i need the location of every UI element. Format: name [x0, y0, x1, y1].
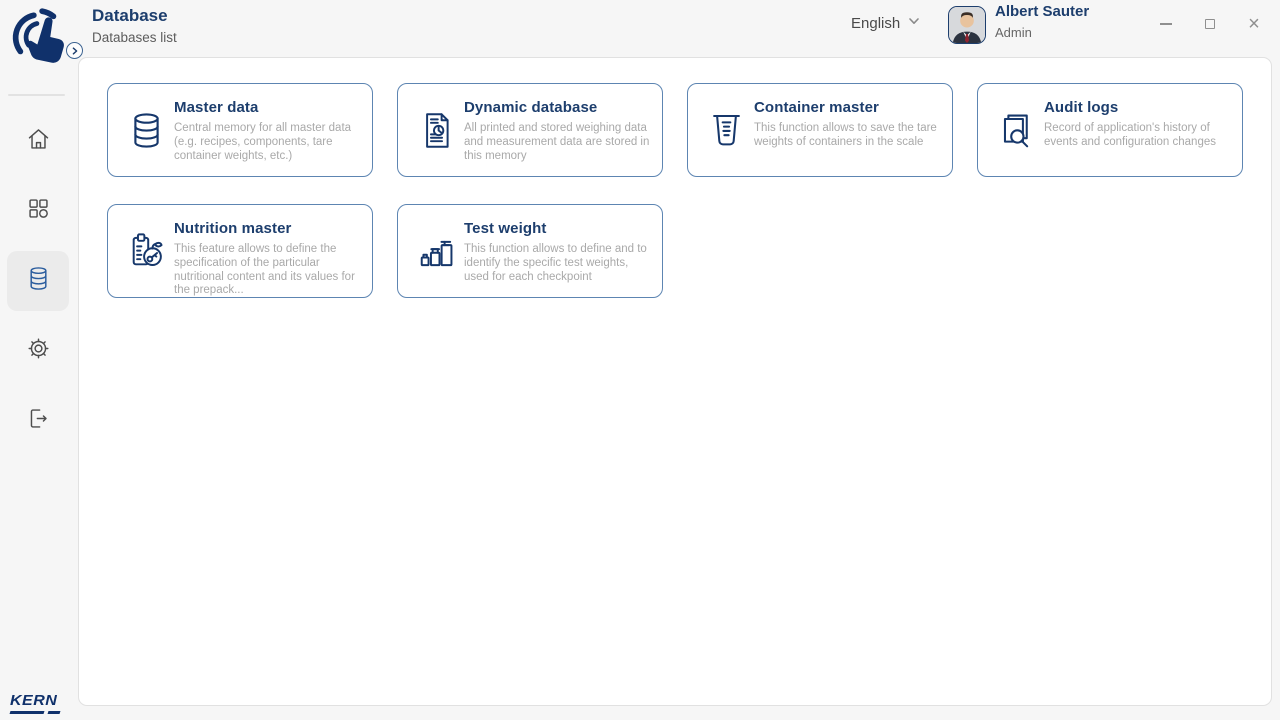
page-header: Database Databases list: [92, 6, 177, 45]
card-title: Test weight: [464, 220, 650, 237]
maximize-button[interactable]: [1200, 10, 1220, 38]
minimize-button[interactable]: [1156, 10, 1176, 38]
card-title: Audit logs: [1044, 99, 1230, 116]
card-container-master[interactable]: Container master This function allows to…: [687, 83, 953, 177]
kern-logo-text: KERN: [10, 692, 66, 709]
sidebar-item-logout[interactable]: [7, 391, 69, 451]
sidebar-item-home[interactable]: [7, 112, 69, 172]
card-nutrition-master[interactable]: Nutrition master This feature allows to …: [107, 204, 373, 298]
home-icon: [25, 126, 52, 158]
card-master-data[interactable]: Master data Central memory for all maste…: [107, 83, 373, 177]
card-description: Record of application's history of event…: [1044, 122, 1230, 150]
card-dynamic-database[interactable]: Dynamic database All printed and stored …: [397, 83, 663, 177]
card-title: Nutrition master: [174, 220, 360, 237]
close-icon: ×: [1248, 14, 1260, 34]
language-selected-label: English: [851, 15, 900, 32]
sidebar-item-apps[interactable]: [7, 181, 69, 241]
avatar[interactable]: [948, 6, 986, 44]
user-photo: [949, 7, 985, 43]
test-weights-icon: [414, 205, 458, 297]
maximize-icon: [1205, 19, 1215, 29]
language-selector[interactable]: English: [851, 14, 920, 32]
sidebar-item-database[interactable]: [7, 251, 69, 311]
user-info[interactable]: Albert Sauter Admin: [995, 3, 1089, 40]
sidebar-divider: [8, 94, 65, 96]
card-description: This function allows to define and to id…: [464, 243, 650, 284]
sidebar-expand-button[interactable]: [66, 42, 83, 59]
sidebar: KERN: [0, 0, 76, 720]
card-description: This function allows to save the tare we…: [754, 122, 940, 150]
card-description: All printed and stored weighing data and…: [464, 122, 650, 163]
chevron-down-icon: [908, 14, 920, 32]
card-title: Dynamic database: [464, 99, 650, 116]
apps-grid-icon: [25, 195, 52, 227]
user-name: Albert Sauter: [995, 3, 1089, 20]
card-test-weight[interactable]: Test weight This function allows to defi…: [397, 204, 663, 298]
user-role: Admin: [995, 25, 1089, 40]
close-button[interactable]: ×: [1244, 10, 1264, 38]
kern-logo: KERN: [10, 692, 66, 714]
gear-icon: [25, 335, 52, 367]
card-description: Central memory for all master data (e.g.…: [174, 122, 360, 163]
database-cards-grid: Master data Central memory for all maste…: [79, 58, 1271, 323]
kern-logo-underline: [10, 711, 67, 714]
database-icon: [124, 84, 168, 176]
document-chart-icon: [414, 84, 458, 176]
page-subtitle: Databases list: [92, 30, 177, 45]
chevron-right-icon: [71, 42, 79, 60]
clipboard-apple-icon: [124, 205, 168, 297]
touch-hand-logo: [8, 6, 70, 72]
card-title: Container master: [754, 99, 940, 116]
minimize-icon: [1160, 23, 1172, 25]
document-search-icon: [994, 84, 1038, 176]
database-icon: [25, 265, 52, 297]
beaker-icon: [704, 84, 748, 176]
card-title: Master data: [174, 99, 360, 116]
card-description: This feature allows to define the specif…: [174, 243, 360, 298]
page-title: Database: [92, 6, 177, 26]
window-controls: ×: [1156, 10, 1264, 38]
sidebar-item-settings[interactable]: [7, 321, 69, 381]
card-audit-logs[interactable]: Audit logs Record of application's histo…: [977, 83, 1243, 177]
logout-icon: [25, 405, 52, 437]
main-content-panel: Master data Central memory for all maste…: [78, 57, 1272, 706]
